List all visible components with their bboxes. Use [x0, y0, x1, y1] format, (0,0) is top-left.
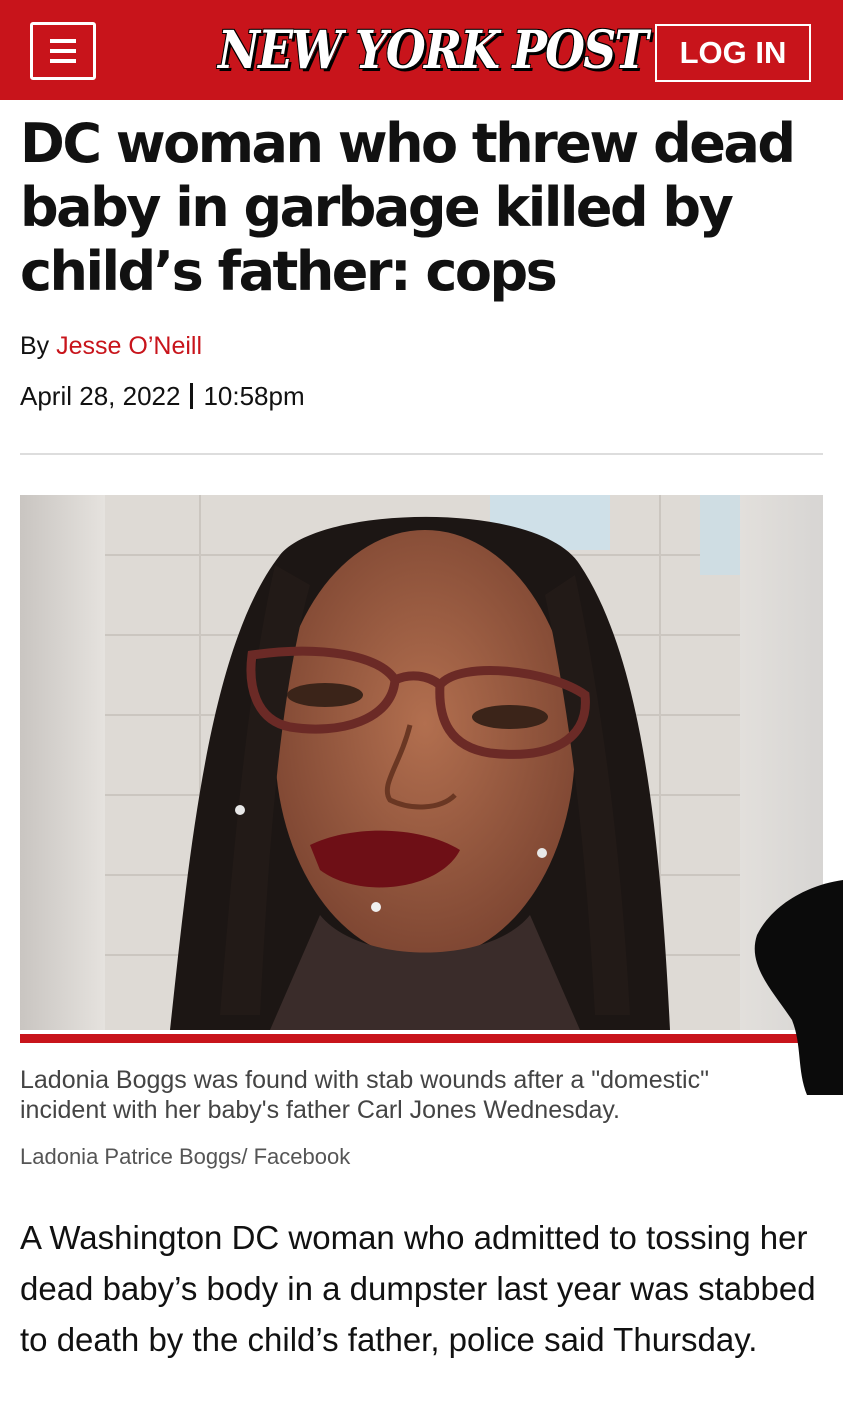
article-headline: DC woman who threw dead baby in garbage …	[20, 112, 796, 303]
byline-prefix: By	[20, 332, 50, 360]
finger-overlay	[754, 880, 843, 1095]
author-link[interactable]: Jesse O’Neill	[56, 332, 202, 360]
photo-caption: Ladonia Boggs was found with stab wounds…	[20, 1066, 709, 1124]
article-photo[interactable]	[20, 495, 823, 1030]
byline: By Jesse O’Neill	[20, 330, 202, 362]
dateline: April 28, 2022 10:58pm	[20, 380, 305, 412]
publish-date: April 28, 2022	[20, 381, 181, 411]
hamburger-line	[50, 49, 76, 53]
lead-paragraph: A Washington DC woman who admitted to to…	[20, 1219, 816, 1358]
menu-button[interactable]	[30, 22, 96, 80]
photo-credit: Ladonia Patrice Boggs/ Facebook	[20, 1144, 351, 1169]
date-separator	[190, 383, 194, 409]
header-bar: NEW YORK POST LOG IN	[0, 0, 843, 100]
publish-time: 10:58pm	[203, 381, 305, 411]
hamburger-line	[50, 59, 76, 63]
login-button[interactable]: LOG IN	[655, 24, 811, 82]
hamburger-line	[50, 39, 76, 43]
site-logo[interactable]: NEW YORK POST	[218, 18, 649, 84]
photo-accent-bar	[20, 1034, 823, 1043]
divider	[20, 453, 823, 455]
